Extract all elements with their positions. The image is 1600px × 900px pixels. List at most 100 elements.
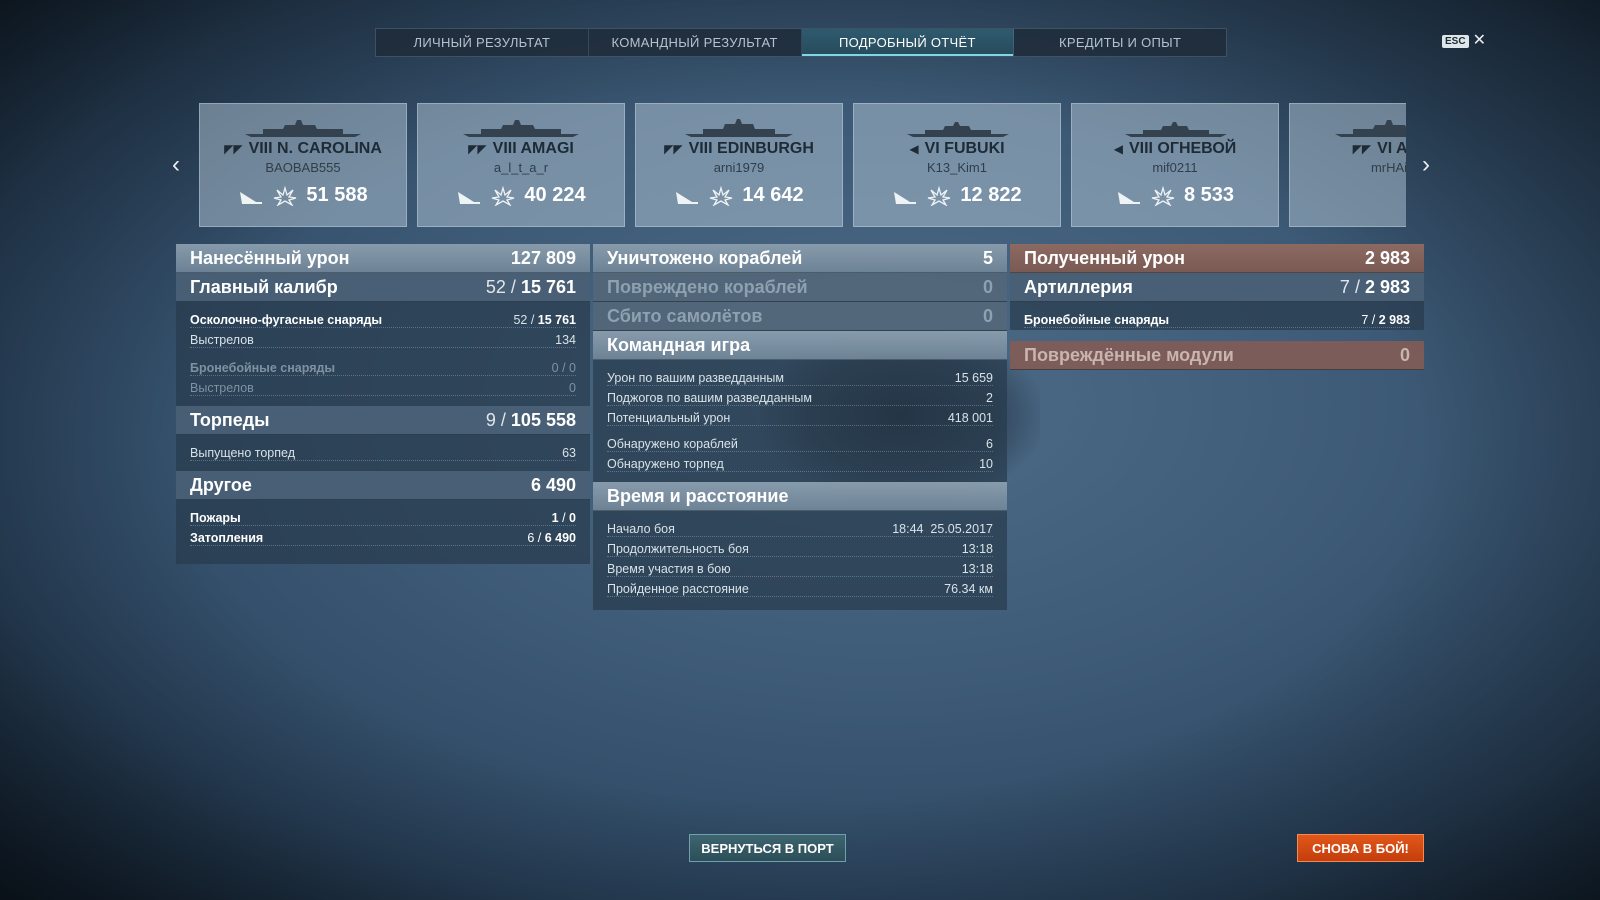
damaged-modules-value: 0 xyxy=(1399,344,1410,365)
he-shots-value: 134 xyxy=(555,333,576,347)
class-icon: ◤◤ xyxy=(224,142,243,156)
class-icon: ◤◤ xyxy=(1352,142,1372,156)
chevron-left-icon[interactable]: ‹ xyxy=(166,151,186,178)
list-item: Обнаружено кораблей 6 xyxy=(593,434,1007,454)
damage-burst-icon xyxy=(928,185,951,206)
tab-team-result[interactable]: КОМАНДНЫЙ РЕЗУЛЬТАТ xyxy=(589,29,802,56)
damage-burst-icon xyxy=(274,185,297,206)
fires-label: Пожары xyxy=(190,511,241,525)
team-row-value: 10 xyxy=(979,457,993,471)
damaged-modules-label: Повреждённые модули xyxy=(1024,344,1234,365)
artillery-label: Артиллерия xyxy=(1024,276,1133,297)
ship-name: VIII EDINBURGH xyxy=(688,140,814,157)
damage-received-header: Полученный урон 2 983 xyxy=(1010,244,1424,273)
list-item: Урон по вашим разведданным 15 659 xyxy=(593,368,1007,388)
player-name: K13_Kim1 xyxy=(927,160,987,175)
torpedoes-fired-value: 63 xyxy=(562,446,576,460)
team-play-header: Командная игра xyxy=(593,331,1007,360)
main-battery-hits: 52 xyxy=(485,276,506,297)
ship-card[interactable]: ◤◤ VI ARIZ mrHAiT xyxy=(1289,103,1406,227)
time-row-label: Время участия в бою xyxy=(607,562,731,576)
received-ap-row: Бронебойные снаряды 7 / 2 983 xyxy=(1010,310,1424,330)
damage-value: 8 533 xyxy=(1183,184,1235,206)
damage-received-panel: Полученный урон 2 983 Артиллерия 7 / 2 9… xyxy=(1010,244,1424,330)
ship-card[interactable]: ◤◤ VIII AMAGI a_l_t_a_r 40 224 xyxy=(417,103,625,227)
time-row-value: 13:18 xyxy=(961,542,993,556)
other-damage-value: 6 490 xyxy=(530,474,576,495)
ship-name: VI ARIZ xyxy=(1377,140,1406,157)
ship-sink-icon xyxy=(894,191,917,204)
battleship-silhouette-icon xyxy=(463,120,579,137)
artillery-row: Артиллерия 7 / 2 983 xyxy=(1010,273,1424,302)
damage-burst-icon xyxy=(710,185,733,206)
close-icon[interactable]: ✕ xyxy=(1473,33,1486,49)
time-row-value: 18:44 25.05.2017 xyxy=(892,522,993,536)
kills-panel: Уничтожено кораблей 5 Повреждено корабле… xyxy=(593,244,1007,610)
ships-damaged-row: Повреждено кораблей 0 xyxy=(593,273,1007,302)
battle-again-button[interactable]: СНОВА В БОЙ! xyxy=(1297,834,1424,862)
list-item: Обнаружено торпед 10 xyxy=(593,454,1007,474)
time-row-value: 76.34 км xyxy=(944,582,993,596)
ship-name: VIII N. CAROLINA xyxy=(248,140,382,157)
cruiser-silhouette-icon xyxy=(685,119,793,137)
team-row-value: 2 xyxy=(986,391,993,405)
destroyer-silhouette-icon xyxy=(1125,122,1227,137)
main-battery-row: Главный калибр 52 / 15 761 xyxy=(176,273,590,302)
ship-sink-icon xyxy=(458,191,481,204)
team-row-label: Потенциальный урон xyxy=(607,411,731,425)
other-damage-label: Другое xyxy=(190,474,252,495)
player-name: mif0211 xyxy=(1152,160,1198,175)
damage-dealt-panel: Нанесённый урон 127 809 Главный калибр 5… xyxy=(176,244,590,564)
tab-credits-xp[interactable]: КРЕДИТЫ И ОПЫТ xyxy=(1014,29,1226,56)
ship-card[interactable]: ◤◤ VIII N. CAROLINA BAOBAB555 51 588 xyxy=(199,103,407,227)
tab-detailed-report[interactable]: ПОДРОБНЫЙ ОТЧЁТ xyxy=(801,29,1015,56)
damage-value: 40 224 xyxy=(524,184,586,206)
damage-value: 51 588 xyxy=(306,184,368,206)
floods-damage: 6 490 xyxy=(544,531,576,545)
tab-personal-result[interactable]: ЛИЧНЫЙ РЕЗУЛЬТАТ xyxy=(376,29,589,56)
he-shells-label: Осколочно-фугасные снаряды xyxy=(190,313,383,327)
time-row-label: Продолжительность боя xyxy=(607,542,749,556)
damaged-modules-row: Повреждённые модули 0 xyxy=(1010,341,1424,370)
destroyer-silhouette-icon xyxy=(907,122,1009,137)
ships-destroyed-label: Уничтожено кораблей xyxy=(607,247,803,268)
ap-shells-value: 0 / 0 xyxy=(551,361,576,375)
ship-card[interactable]: ◀ VIII ОГНЕВОЙ mif0211 8 533 xyxy=(1071,103,1279,227)
he-shots-label: Выстрелов xyxy=(190,333,254,347)
damage-burst-icon xyxy=(492,185,515,206)
list-item: Потенциальный урон 418 001 xyxy=(593,408,1007,428)
ship-sink-icon xyxy=(676,191,699,204)
ap-shells-row: Бронебойные снаряды 0 / 0 xyxy=(176,358,590,378)
chevron-right-icon[interactable]: › xyxy=(1416,151,1436,178)
esc-key-label: ESC xyxy=(1442,34,1469,48)
team-row-value: 15 659 xyxy=(954,371,993,385)
main-battery-label: Главный калибр xyxy=(190,276,338,297)
list-item: Пройденное расстояние 76.34 км xyxy=(593,579,1007,599)
damage-burst-icon xyxy=(1151,185,1175,206)
team-row-value: 418 001 xyxy=(947,411,993,425)
player-name: mrHAiT xyxy=(1370,160,1406,175)
ship-sink-icon xyxy=(1117,191,1140,204)
floods-label: Затопления xyxy=(190,531,264,545)
torpedoes-fired-label: Выпущено торпед xyxy=(190,446,295,460)
class-icon: ◀ xyxy=(909,142,919,156)
close-button[interactable]: ESC ✕ xyxy=(1442,33,1486,49)
team-row-label: Поджогов по вашим разведданным xyxy=(607,391,812,405)
artillery-damage: 2 983 xyxy=(1364,276,1410,297)
time-distance-title: Время и расстояние xyxy=(607,485,789,506)
damage-value: 14 642 xyxy=(742,184,804,206)
artillery-hits: 7 xyxy=(1339,276,1350,297)
damage-received-title: Полученный урон xyxy=(1024,247,1185,268)
ship-name: VIII AMAGI xyxy=(492,140,574,157)
torpedoes-fired-row: Выпущено торпед 63 xyxy=(176,443,590,463)
time-distance-header: Время и расстояние xyxy=(593,482,1007,511)
torpedoes-hits: 9 xyxy=(485,409,496,430)
battleship-silhouette-icon xyxy=(245,120,361,137)
team-row-label: Обнаружено кораблей xyxy=(607,437,738,451)
return-to-port-button[interactable]: ВЕРНУТЬСЯ В ПОРТ xyxy=(689,834,846,862)
time-row-label: Начало боя xyxy=(607,522,675,536)
damage-received-total: 2 983 xyxy=(1364,247,1410,268)
received-ap-label: Бронебойные снаряды xyxy=(1024,313,1170,327)
ship-card[interactable]: ◀ VI FUBUKI K13_Kim1 12 822 xyxy=(853,103,1061,227)
ship-card[interactable]: ◤◤ VIII EDINBURGH arni1979 14 642 xyxy=(635,103,843,227)
